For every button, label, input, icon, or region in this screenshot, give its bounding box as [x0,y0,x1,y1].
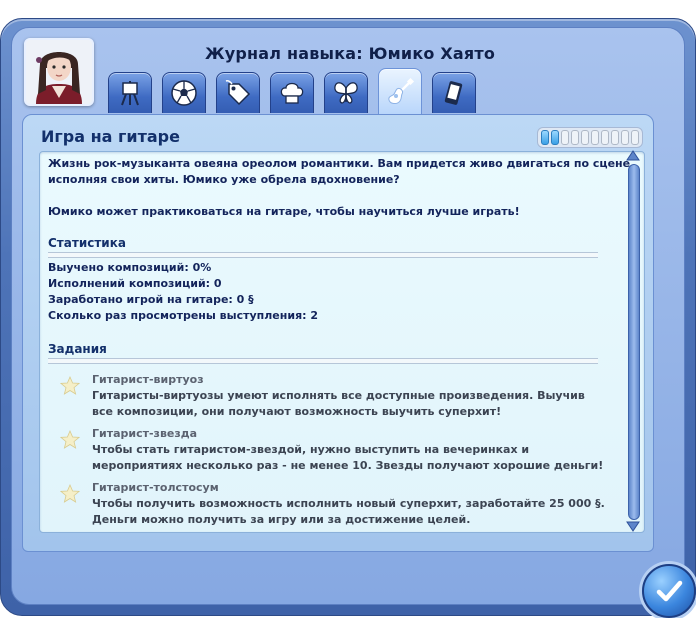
checkmark-icon [656,580,683,602]
level-pip [631,130,639,145]
level-pip [621,130,629,145]
tab-cooking[interactable] [270,72,314,113]
goal-description: все композиции, они получают возможность… [92,405,502,418]
chef-hat-icon [280,82,304,104]
goal-name: Гитарист-звезда [92,427,198,440]
goals-heading: Задания [48,342,107,356]
skill-title: Игра на гитаре [41,127,180,146]
level-pip [571,130,579,145]
goal-description: Гитаристы-виртуозы умеют исполнять все д… [92,389,585,402]
level-pip [591,130,599,145]
tab-charisma[interactable] [216,72,260,113]
star-icon [60,376,80,395]
scroll-up-arrow-icon[interactable] [626,150,640,162]
skill-panel: Игра на гитаре Жизнь рок-музыканта овеян… [22,114,654,552]
goal-name: Гитарист-виртуоз [92,373,204,386]
content-scrollbar[interactable] [626,150,640,532]
level-pip [581,130,589,145]
level-pip [551,130,559,145]
goals-divider [48,358,598,364]
sim-portrait-avatar [24,38,94,106]
scroll-thumb[interactable] [628,164,640,520]
tab-painting[interactable] [108,72,152,113]
star-icon [60,430,80,449]
butterfly-icon [334,82,358,104]
skill-description-area[interactable]: Жизнь рок-музыканта овеяна ореолом роман… [39,151,645,533]
level-pip [611,130,619,145]
level-pip [561,130,569,145]
price-tag-icon [225,80,251,106]
smartphone-icon [444,81,463,105]
tab-athletic[interactable] [162,72,206,113]
stats-heading: Статистика [48,236,126,250]
journal-title: Журнал навыка: Юмико Хаято [204,44,496,63]
skill-level-meter [537,127,643,148]
goal-name: Гитарист-толстосум [92,481,219,494]
tab-nature[interactable] [324,72,368,113]
stat-item: Выучено композиций: 0% [48,261,212,274]
scroll-down-arrow-icon[interactable] [626,520,640,532]
stat-item: Исполнений композиций: 0 [48,277,222,290]
guitar-icon [388,77,415,104]
goal-description: Чтобы стать гитаристом-звездой, нужно вы… [92,443,530,456]
tab-guitar[interactable] [378,68,422,114]
goal-description: мероприятиях несколько раз - не менее 10… [92,459,604,472]
practice-text: Юмико может практиковаться на гитаре, чт… [48,205,520,218]
star-icon [60,484,80,503]
accept-button[interactable] [642,564,696,618]
stats-divider [48,252,598,258]
goal-item: Гитарист-звезда Чтобы стать гитаристом-з… [92,426,603,474]
sim-portrait-image [26,40,92,104]
stat-item: Сколько раз просмотрены выступления: 2 [48,309,319,322]
intro-text-line: исполняя свои хиты. Юмико уже обрела вдо… [48,173,400,186]
tab-writing-phone[interactable] [432,72,476,113]
goal-item: Гитарист-толстосум Чтобы получить возмож… [92,480,605,528]
intro-text-line: Жизнь рок-музыканта овеяна ореолом роман… [48,157,635,170]
level-pip [541,130,549,145]
goal-description: Деньги можно получить за игру или за дос… [92,513,471,526]
level-pip [601,130,609,145]
goal-description: Чтобы получить возможность исполнить нов… [92,497,605,510]
goal-item: Гитарист-виртуоз Гитаристы-виртуозы умею… [92,372,585,420]
easel-icon [121,81,139,106]
soccer-ball-icon [171,80,197,106]
stat-item: Заработано игрой на гитаре: 0 § [48,293,254,306]
